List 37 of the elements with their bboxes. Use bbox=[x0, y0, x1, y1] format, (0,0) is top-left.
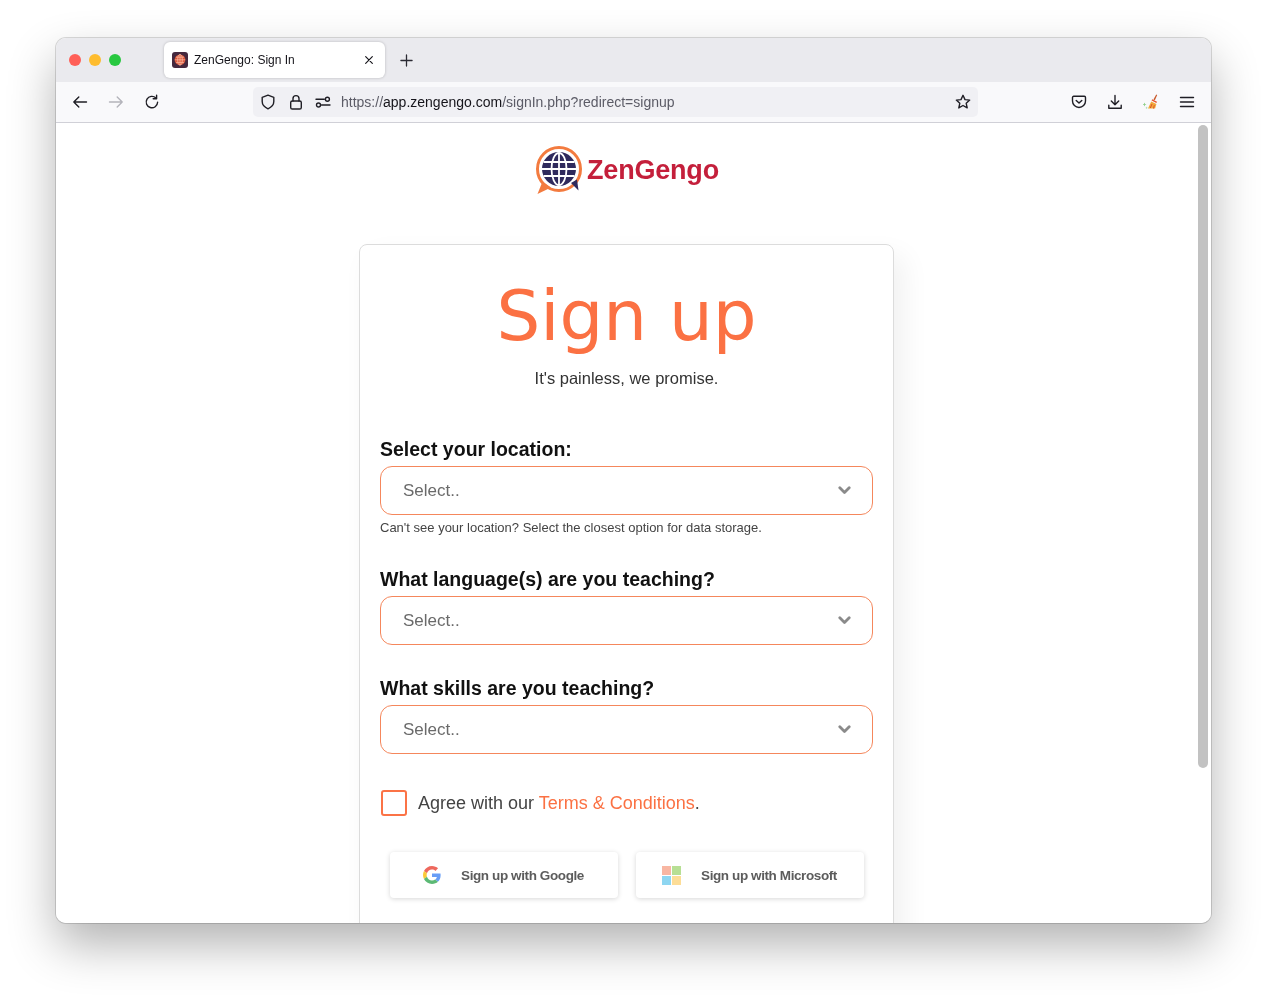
field-label: What language(s) are you teaching? bbox=[380, 567, 716, 591]
agree-checkbox[interactable] bbox=[381, 790, 407, 816]
favicon-icon bbox=[172, 52, 188, 68]
back-arrow-icon[interactable] bbox=[72, 94, 88, 110]
subtitle: It's painless, we promise. bbox=[533, 368, 720, 388]
chevron-down-icon bbox=[838, 486, 851, 495]
window-close-button[interactable] bbox=[69, 54, 81, 66]
globe-chat-icon bbox=[534, 145, 583, 195]
chevron-down-icon bbox=[838, 616, 851, 625]
menu-icon[interactable] bbox=[1179, 94, 1195, 110]
download-icon[interactable] bbox=[1107, 94, 1123, 110]
shield-icon[interactable] bbox=[260, 94, 276, 110]
scrollbar[interactable] bbox=[1198, 125, 1208, 768]
google-signup-button[interactable]: Sign up with Google bbox=[389, 852, 618, 898]
sliders-icon[interactable] bbox=[315, 94, 331, 110]
field-label: Select your location: bbox=[380, 437, 573, 461]
lock-icon[interactable] bbox=[288, 94, 304, 110]
close-icon[interactable] bbox=[364, 55, 374, 65]
four-squares-icon bbox=[662, 865, 682, 885]
select-field[interactable]: Select.. bbox=[380, 466, 873, 515]
select-field[interactable]: Select.. bbox=[380, 705, 873, 754]
logo-text: ZenGengo bbox=[587, 154, 719, 186]
plus-icon[interactable] bbox=[400, 53, 413, 67]
star-icon[interactable] bbox=[955, 94, 971, 110]
browser-tab[interactable]: ZenGengo: Sign In bbox=[164, 42, 385, 78]
agree-text: Agree with our Terms & Conditions. bbox=[418, 792, 700, 814]
reload-icon[interactable] bbox=[144, 94, 160, 110]
help-text: Can't see your location? Select the closest option for data storage. bbox=[380, 520, 763, 536]
page-title: Sign up bbox=[495, 276, 758, 356]
broom-icon[interactable] bbox=[1143, 94, 1159, 110]
field-label: What skills are you teaching? bbox=[380, 676, 656, 700]
url-field[interactable]: https://app.zengengo.com/signIn.php?redirect=signup bbox=[341, 94, 675, 110]
select-field[interactable]: Select.. bbox=[380, 596, 873, 645]
chevron-down-icon bbox=[838, 725, 851, 734]
microsoft-signup-button[interactable]: Sign up with Microsoft bbox=[635, 852, 864, 898]
g-logo-icon bbox=[423, 866, 442, 884]
pocket-icon[interactable] bbox=[1071, 94, 1087, 110]
